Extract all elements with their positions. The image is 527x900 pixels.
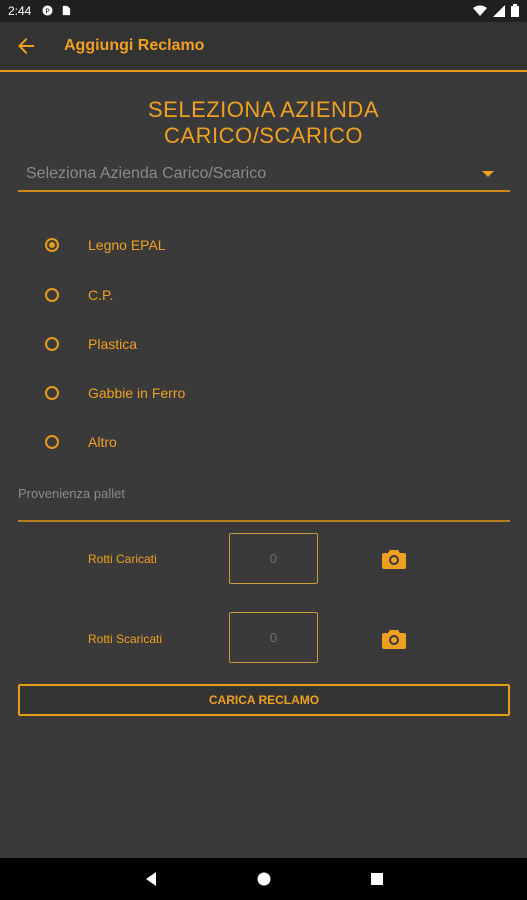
radio-button[interactable] (45, 386, 59, 400)
svg-text:P: P (45, 6, 50, 15)
radio-label: Plastica (88, 336, 138, 352)
rotti-caricati-label: Rotti Caricati (88, 552, 157, 566)
status-time: 2:44 (8, 4, 32, 18)
radio-dot (49, 242, 55, 248)
page-title: Aggiungi Reclamo (64, 37, 205, 54)
nav-recents-icon[interactable] (369, 871, 385, 887)
radio-label: Gabbie in Ferro (88, 385, 186, 401)
nav-back-icon[interactable] (143, 871, 159, 887)
section-header-line1: SELEZIONA AZIENDA (147, 97, 379, 122)
dropdown-arrow-icon (482, 171, 494, 177)
radio-button[interactable] (45, 337, 59, 351)
rotti-scaricati-label: Rotti Scaricati (88, 632, 163, 646)
radio-button[interactable] (45, 288, 59, 302)
section-header-line2: CARICO/SCARICO (164, 123, 363, 148)
radio-button-checked[interactable] (45, 238, 59, 252)
radio-option-cp[interactable]: C.P. (44, 283, 344, 311)
radio-button[interactable] (45, 435, 59, 449)
status-icons (473, 4, 519, 17)
camera-icon[interactable] (382, 628, 406, 650)
status-bar: 2:44 P (0, 0, 527, 22)
sd-card-icon (62, 5, 71, 16)
notification-icon: P (42, 5, 53, 16)
back-arrow-icon[interactable] (14, 34, 38, 58)
camera-icon[interactable] (382, 548, 406, 570)
radio-option-plastica[interactable]: Plastica (44, 332, 344, 360)
signal-icon (493, 4, 505, 17)
radio-label: C.P. (88, 287, 114, 303)
company-dropdown[interactable]: Seleziona Azienda Carico/Scarico (18, 158, 510, 192)
carica-reclamo-button[interactable]: CARICA RECLAMO (18, 684, 510, 716)
radio-option-legno-epal[interactable]: Legno EPAL (44, 233, 344, 261)
nav-home-icon[interactable] (256, 871, 272, 887)
section-header: SELEZIONA AZIENDA CARICO/SCARICO (0, 97, 527, 149)
radio-option-altro[interactable]: Altro (44, 430, 344, 458)
app-bar: Aggiungi Reclamo (0, 22, 527, 72)
provenienza-pallet-input[interactable]: Provenienza pallet (18, 480, 510, 522)
radio-label: Altro (88, 434, 117, 450)
wifi-icon (473, 5, 487, 16)
radio-label: Legno EPAL (88, 237, 166, 253)
company-dropdown-placeholder: Seleziona Azienda Carico/Scarico (26, 165, 267, 182)
rotti-caricati-input[interactable]: 0 (229, 533, 318, 584)
battery-icon (511, 4, 519, 17)
rotti-scaricati-input[interactable]: 0 (229, 612, 318, 663)
radio-option-gabbie-in-ferro[interactable]: Gabbie in Ferro (44, 381, 344, 409)
provenienza-pallet-placeholder: Provenienza pallet (18, 486, 125, 501)
system-navigation-bar (0, 858, 527, 900)
